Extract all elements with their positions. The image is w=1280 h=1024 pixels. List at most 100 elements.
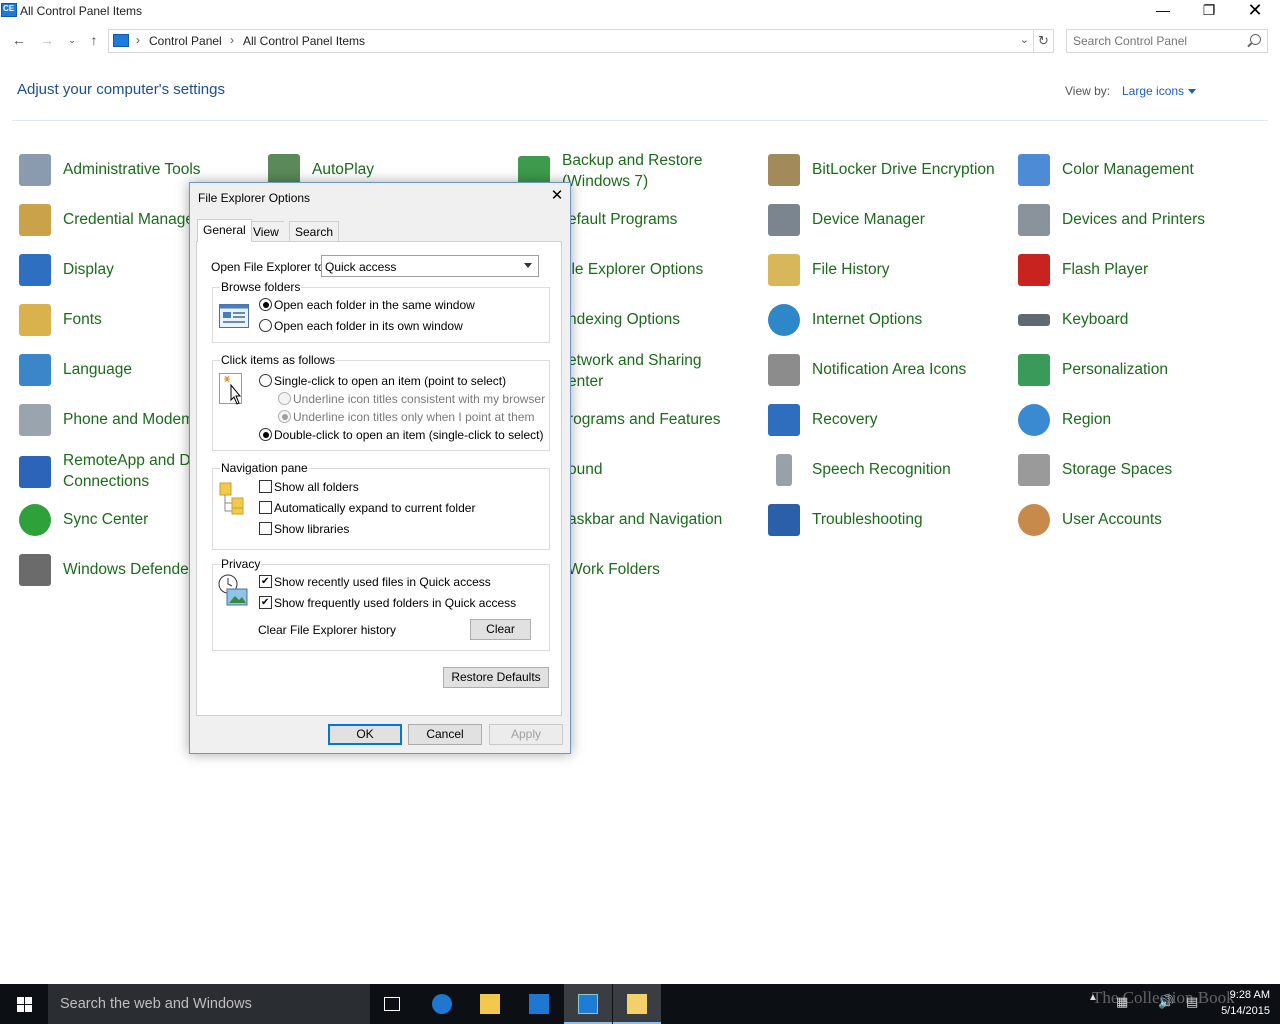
- single-click-radio[interactable]: [259, 374, 272, 387]
- item-label[interactable]: Work Folders: [568, 559, 660, 580]
- item-label[interactable]: Language: [63, 359, 132, 380]
- item-label[interactable]: Color Management: [1062, 159, 1194, 180]
- item-label[interactable]: Device Manager: [812, 209, 925, 230]
- restore-button[interactable]: ❐: [1186, 0, 1232, 22]
- dialog-close-icon[interactable]: ✕: [546, 185, 568, 207]
- show-libraries-label[interactable]: Show libraries: [274, 522, 349, 536]
- item-troubleshooting[interactable]: Troubleshooting: [768, 498, 1013, 544]
- clock-time[interactable]: 9:28 AM: [1206, 987, 1270, 1003]
- same-window-label[interactable]: Open each folder in the same window: [274, 298, 475, 312]
- address-dropdown-icon[interactable]: ⌄: [1020, 33, 1029, 46]
- breadcrumb-all-items[interactable]: All Control Panel Items: [243, 34, 365, 48]
- tab-view[interactable]: View: [247, 221, 284, 241]
- item-label[interactable]: Fonts: [63, 309, 102, 330]
- clock-date[interactable]: 5/14/2015: [1206, 1003, 1270, 1019]
- underline-browser-radio[interactable]: [278, 392, 291, 405]
- action-center-icon[interactable]: ▤: [1186, 994, 1198, 1010]
- network-icon[interactable]: ▦: [1116, 994, 1128, 1010]
- minimize-button[interactable]: —: [1140, 0, 1186, 22]
- item-label[interactable]: Troubleshooting: [812, 509, 923, 530]
- cancel-button[interactable]: Cancel: [408, 724, 482, 745]
- open-to-select[interactable]: Quick access: [321, 255, 539, 277]
- restore-defaults-button[interactable]: Restore Defaults: [443, 667, 549, 688]
- item-label[interactable]: efault Programs: [568, 209, 677, 230]
- frequent-folders-checkbox[interactable]: [259, 596, 272, 609]
- taskbar-store[interactable]: [515, 984, 563, 1024]
- show-all-folders-checkbox[interactable]: [259, 480, 272, 493]
- taskbar-folder-options[interactable]: [613, 984, 661, 1024]
- item-label[interactable]: Phone and Modem: [63, 409, 194, 430]
- underline-point-radio[interactable]: [278, 410, 291, 423]
- clear-button[interactable]: Clear: [470, 619, 531, 640]
- breadcrumb-separator-icon[interactable]: ›: [230, 33, 234, 47]
- search-icon[interactable]: [1250, 34, 1261, 45]
- search-input[interactable]: [1073, 31, 1243, 51]
- item-label[interactable]: User Accounts: [1062, 509, 1162, 530]
- taskbar-control-panel[interactable]: [564, 984, 612, 1024]
- double-click-radio[interactable]: [259, 428, 272, 441]
- item-region[interactable]: Region: [1018, 398, 1263, 444]
- item-keyboard[interactable]: Keyboard: [1018, 298, 1263, 344]
- search-box[interactable]: [1066, 29, 1268, 53]
- taskbar-search-text[interactable]: Search the web and Windows: [60, 996, 252, 1012]
- item-label[interactable]: Devices and Printers: [1062, 209, 1205, 230]
- start-button[interactable]: [0, 984, 48, 1024]
- item-bitlocker[interactable]: BitLocker Drive Encryption: [768, 148, 1013, 194]
- item-label[interactable]: etwork and Sharing: [568, 350, 702, 371]
- refresh-icon[interactable]: ↻: [1034, 29, 1054, 53]
- show-all-folders-label[interactable]: Show all folders: [274, 480, 359, 494]
- item-work-folders[interactable]: Work Folders: [568, 548, 813, 594]
- view-by-dropdown[interactable]: Large icons: [1122, 84, 1197, 98]
- same-window-radio[interactable]: [259, 298, 272, 311]
- own-window-radio[interactable]: [259, 319, 272, 332]
- item-label[interactable]: Personalization: [1062, 359, 1168, 380]
- volume-icon[interactable]: 🔊: [1158, 994, 1174, 1010]
- item-recovery[interactable]: Recovery: [768, 398, 1013, 444]
- tab-search[interactable]: Search: [289, 221, 340, 241]
- task-view-button[interactable]: [368, 984, 416, 1024]
- taskbar-edge[interactable]: [418, 984, 466, 1024]
- item-label[interactable]: Recovery: [812, 409, 877, 430]
- item-label[interactable]: AutoPlay: [312, 159, 374, 180]
- item-label[interactable]: RemoteApp and D: [63, 450, 191, 471]
- forward-arrow-icon[interactable]: →: [38, 31, 56, 49]
- view-by-value[interactable]: Large icons: [1122, 84, 1184, 98]
- item-label-line2[interactable]: Connections: [63, 471, 149, 492]
- item-label[interactable]: File History: [812, 259, 890, 280]
- apply-button[interactable]: Apply: [489, 724, 563, 745]
- item-label[interactable]: Administrative Tools: [63, 159, 201, 180]
- clock[interactable]: 9:28 AM 5/14/2015: [1206, 987, 1270, 1019]
- tab-general[interactable]: General: [197, 219, 252, 242]
- up-arrow-icon[interactable]: ↑: [85, 31, 103, 49]
- item-speech-recognition[interactable]: Speech Recognition: [768, 448, 1013, 494]
- item-storage-spaces[interactable]: Storage Spaces: [1018, 448, 1263, 494]
- item-label[interactable]: Backup and Restore: [562, 150, 702, 171]
- item-label[interactable]: askbar and Navigation: [568, 509, 722, 530]
- item-personalization[interactable]: Personalization: [1018, 348, 1263, 394]
- item-internet-options[interactable]: Internet Options: [768, 298, 1013, 344]
- close-button[interactable]: ✕: [1232, 0, 1278, 22]
- item-label[interactable]: BitLocker Drive Encryption: [812, 159, 995, 180]
- item-label[interactable]: Sync Center: [63, 509, 148, 530]
- breadcrumb-control-panel[interactable]: Control Panel: [149, 34, 222, 48]
- ok-button[interactable]: OK: [328, 724, 402, 745]
- chevron-down-icon[interactable]: [524, 263, 532, 268]
- item-label[interactable]: Display: [63, 259, 114, 280]
- item-notification-area-icons[interactable]: Notification Area Icons: [768, 348, 1013, 394]
- recent-locations-chevron-icon[interactable]: ⌄: [63, 31, 81, 49]
- show-hidden-icons-chevron[interactable]: ▲: [1088, 992, 1098, 1003]
- item-label-line2[interactable]: (Windows 7): [562, 171, 648, 192]
- item-file-history[interactable]: File History: [768, 248, 1013, 294]
- item-label[interactable]: ile Explorer Options: [568, 259, 703, 280]
- auto-expand-checkbox[interactable]: [259, 501, 272, 514]
- item-color-management[interactable]: Color Management: [1018, 148, 1263, 194]
- item-label[interactable]: Flash Player: [1062, 259, 1148, 280]
- underline-browser-label[interactable]: Underline icon titles consistent with my…: [293, 392, 545, 406]
- item-user-accounts[interactable]: User Accounts: [1018, 498, 1263, 544]
- item-label-line2[interactable]: enter: [568, 371, 603, 392]
- single-click-label[interactable]: Single-click to open an item (point to s…: [274, 374, 506, 388]
- taskbar-file-explorer[interactable]: [466, 984, 514, 1024]
- show-libraries-checkbox[interactable]: [259, 522, 272, 535]
- item-devices-and-printers[interactable]: Devices and Printers: [1018, 198, 1263, 244]
- item-label[interactable]: Windows Defende: [63, 559, 189, 580]
